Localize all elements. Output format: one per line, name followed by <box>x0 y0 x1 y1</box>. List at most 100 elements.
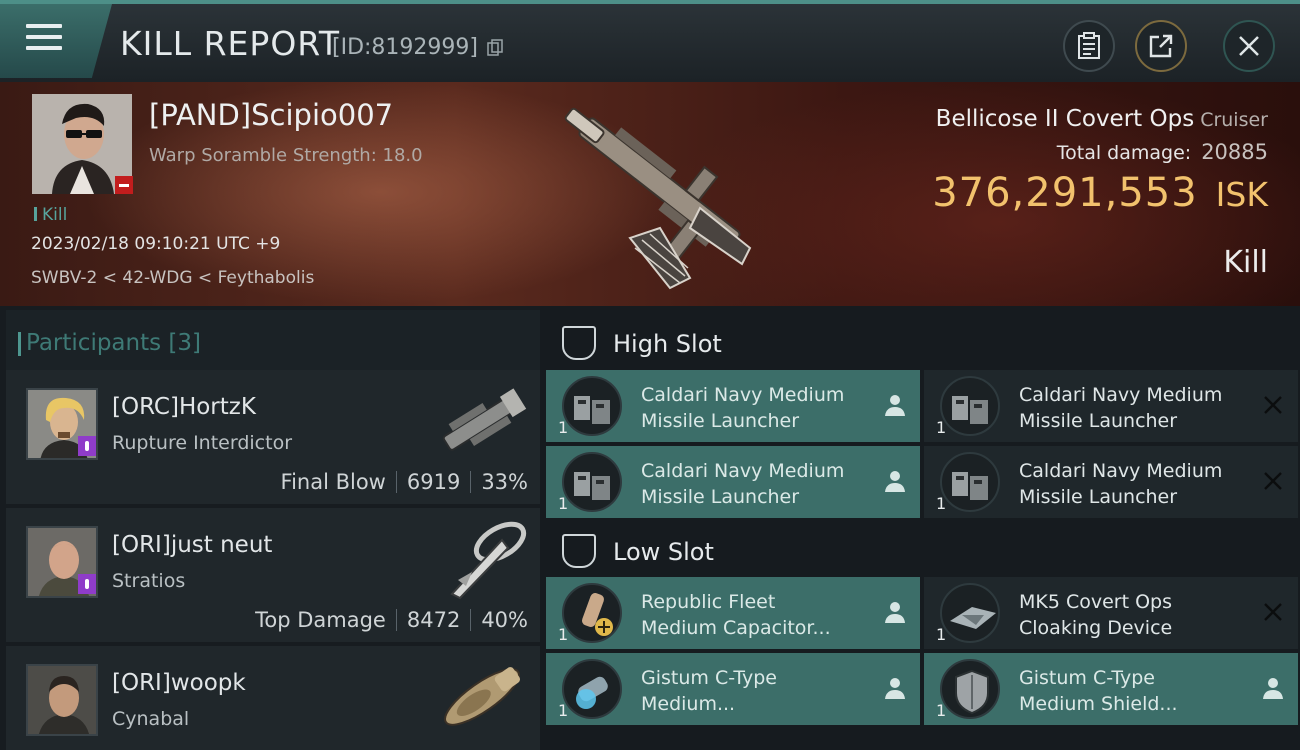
module-quantity: 1 <box>558 625 569 644</box>
participant-ship-image <box>444 667 520 726</box>
participant-stats: Top Damage 8472 40% <box>255 608 528 632</box>
damage-value: 20885 <box>1201 140 1268 164</box>
participants-panel: Participants [3] [ORC]HortzK Rupture Int… <box>0 306 540 750</box>
module-name: Caldari Navy Medium Missile Launcher <box>1019 382 1259 434</box>
module-name: MK5 Covert Ops Cloaking Device <box>1019 589 1259 641</box>
fitting-panel: High Slot 1 Caldari Navy Medium Missile L… <box>540 306 1300 750</box>
participant-ship: Stratios <box>112 570 186 592</box>
module-name-line2: Medium Capacitor... <box>641 617 831 639</box>
participant-percent: 33% <box>481 470 528 494</box>
module-name: Caldari Navy Medium Missile Launcher <box>1019 458 1259 510</box>
module-name-line1: Caldari Navy Medium <box>1019 384 1223 406</box>
slot-shield-icon <box>562 534 596 568</box>
share-icon <box>1149 34 1173 58</box>
x-icon <box>1264 396 1282 414</box>
victim-banner: [PAND]Scipio007 Warp Soramble Strength: … <box>0 82 1300 306</box>
module-quantity: 1 <box>558 701 569 720</box>
participant-role: Final Blow <box>280 470 386 494</box>
participant-ship-image <box>442 388 527 451</box>
person-icon <box>885 395 905 416</box>
module-name-line2: Medium... <box>641 693 736 715</box>
module-name-line2: Cloaking Device <box>1019 617 1173 639</box>
participant-name[interactable]: [ORI]woopk <box>112 670 246 696</box>
kill-datetime: 2023/02/18 09:10:21 UTC +9 <box>31 234 281 254</box>
participant-stats: Final Blow 6919 33% <box>281 470 528 494</box>
victim-name[interactable]: [PAND]Scipio007 <box>149 98 393 132</box>
isk-unit: ISK <box>1215 175 1268 214</box>
total-damage: Total damage: 20885 <box>1057 140 1268 164</box>
module-item[interactable]: 1 Gistum C-Type Medium... <box>546 653 920 725</box>
hamburger-icon[interactable] <box>26 24 62 54</box>
ship-name-text: Bellicose II Covert Ops <box>935 106 1195 132</box>
module-name-line1: Gistum C-Type <box>1019 667 1155 689</box>
report-id: [ID:8192999] <box>332 35 478 60</box>
module-name-line2: Missile Launcher <box>641 410 800 432</box>
share-button[interactable] <box>1135 20 1187 72</box>
person-icon <box>885 602 905 623</box>
participant-role: Top Damage <box>255 608 386 632</box>
module-name: Gistum C-Type Medium... <box>641 665 881 717</box>
rank-badge <box>78 574 96 594</box>
participant-ship: Cynabal <box>112 708 190 730</box>
module-name-line2: Missile Launcher <box>1019 486 1178 508</box>
hostile-badge <box>115 176 133 194</box>
participants-title: Participants [3] <box>18 330 201 356</box>
module-item[interactable]: 1 MK5 Covert Ops Cloaking Device <box>924 577 1298 649</box>
high-slot-label: High Slot <box>613 330 722 358</box>
participant-row[interactable]: [ORI]just neut Stratios Top Damage 8472 40… <box>6 508 540 642</box>
participant-name[interactable]: [ORC]HortzK <box>112 394 256 420</box>
copy-icon[interactable] <box>487 39 503 57</box>
isk-value: 376,291,553 <box>932 170 1198 216</box>
module-name: Gistum C-Type Medium Shield... <box>1019 665 1259 717</box>
person-icon <box>885 471 905 492</box>
victim-ship-name[interactable]: Bellicose II Covert Ops Cruiser <box>936 106 1268 132</box>
kill-location: SWBV-2 < 42-WDG < Feythabolis <box>31 268 315 288</box>
module-name: Republic Fleet Medium Capacitor... <box>641 589 881 641</box>
module-name-line1: Gistum C-Type <box>641 667 777 689</box>
person-icon <box>1263 678 1283 699</box>
participant-percent: 40% <box>481 608 528 632</box>
module-quantity: 1 <box>936 418 947 437</box>
module-name: Caldari Navy Medium Missile Launcher <box>641 382 881 434</box>
module-name-line2: Missile Launcher <box>641 486 800 508</box>
participant-row[interactable]: [ORI]woopk Cynabal <box>6 646 540 750</box>
module-name-line1: Caldari Navy Medium <box>1019 460 1223 482</box>
close-button[interactable] <box>1223 20 1275 72</box>
participant-name[interactable]: [ORI]just neut <box>112 532 272 558</box>
victim-detail: Warp Soramble Strength: 18.0 <box>149 145 423 166</box>
damage-label: Total damage: <box>1056 142 1192 164</box>
module-name-line1: Caldari Navy Medium <box>641 460 845 482</box>
ship-class-text: Cruiser <box>1200 109 1268 131</box>
x-icon <box>1264 472 1282 490</box>
low-slot-header: Low Slot <box>546 520 1298 582</box>
module-item[interactable]: 1 Republic Fleet Medium Capacitor... <box>546 577 920 649</box>
shield-icon <box>940 659 1000 719</box>
module-item[interactable]: 1 Caldari Navy Medium Missile Launcher <box>924 446 1298 518</box>
module-quantity: 1 <box>936 625 947 644</box>
high-slot-header: High Slot <box>546 312 1298 374</box>
module-quantity: 1 <box>558 418 569 437</box>
participant-damage: 8472 <box>406 608 461 632</box>
module-quantity: 1 <box>558 494 569 513</box>
missile-launcher-icon <box>562 376 622 436</box>
person-icon <box>885 678 905 699</box>
module-name-line2: Missile Launcher <box>1019 410 1178 432</box>
rank-badge <box>78 436 96 456</box>
participant-avatar[interactable] <box>26 664 98 736</box>
module-quantity: 1 <box>936 701 947 720</box>
participant-row[interactable]: [ORC]HortzK Rupture Interdictor Final Bl… <box>6 370 540 504</box>
header-bar: KILL REPORT [ID:8192999] <box>0 0 1300 82</box>
module-quantity: 1 <box>936 494 947 513</box>
module-item[interactable]: 1 Caldari Navy Medium Missile Launcher <box>546 446 920 518</box>
module-item[interactable]: 1 Gistum C-Type Medium Shield... <box>924 653 1298 725</box>
low-slot-label: Low Slot <box>613 538 714 566</box>
missile-launcher-icon <box>940 376 1000 436</box>
shield-extender-icon <box>562 659 622 719</box>
kill-tag: Kill <box>34 205 67 225</box>
clipboard-button[interactable] <box>1063 20 1115 72</box>
module-item[interactable]: 1 Caldari Navy Medium Missile Launcher <box>924 370 1298 442</box>
module-name-line1: Caldari Navy Medium <box>641 384 845 406</box>
isk-value-line: 376,291,553 ISK <box>932 170 1268 216</box>
x-icon <box>1264 603 1282 621</box>
module-item[interactable]: 1 Caldari Navy Medium Missile Launcher <box>546 370 920 442</box>
